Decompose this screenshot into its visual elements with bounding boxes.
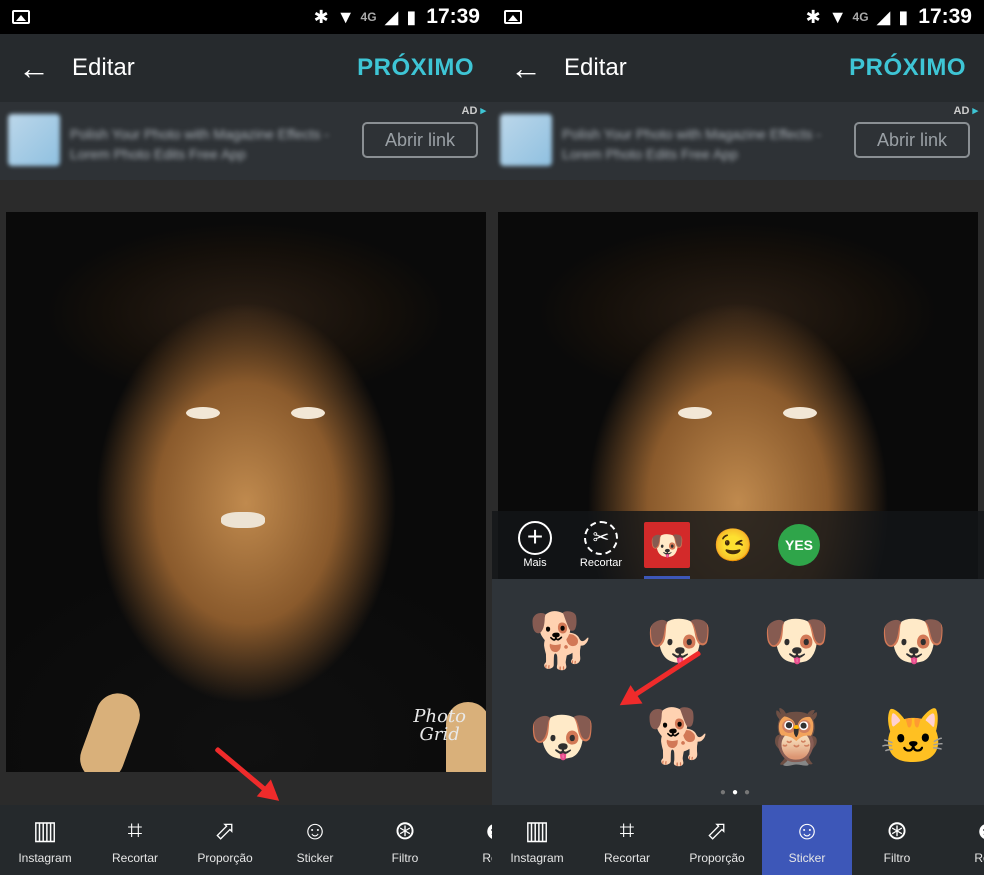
retouch-face-icon: ☻ [481, 815, 492, 847]
photo-hand-left [73, 687, 147, 772]
pug-tongue-sticker-icon[interactable]: 🐶 [855, 593, 972, 689]
tool-reto[interactable]: ☻Reto [450, 805, 492, 875]
tool-sticker[interactable]: ☺ Sticker [270, 805, 360, 875]
filter-icon: ⊛ [886, 815, 908, 845]
clock: 17:39 [426, 5, 480, 28]
instagram-frame-icon: ▥ [524, 815, 550, 845]
sticker-tab-emoji[interactable]: 😉 [700, 511, 766, 579]
photo-canvas[interactable]: Photo Grid [6, 212, 486, 772]
sticker-icon: ☺ [301, 815, 329, 845]
photo-eye-left [678, 407, 712, 419]
back-arrow-icon[interactable]: ← [510, 50, 550, 87]
tool-recortar[interactable]: ⌗ Recortar [90, 805, 180, 875]
aspect-ratio-icon: ⬀ [214, 815, 236, 845]
ad-tag: AD ▸ [953, 105, 978, 117]
sticker-category-tabs: + Mais ✂ Recortar 🐶 😉 YES [492, 511, 984, 579]
pager-dot: ● [744, 787, 757, 798]
boxer-dog-sticker-icon[interactable]: 🐶 [504, 689, 621, 785]
status-bar: ✱ ▼ 4G ◢ ▮ 17:39 [0, 0, 492, 34]
ad-banner[interactable]: Polish Your Photo with Magazine Effects … [0, 102, 492, 180]
tool-sticker[interactable]: ☺ Sticker [762, 805, 852, 875]
page-title: Editar [564, 54, 627, 81]
bluetooth-icon: ✱ [805, 7, 821, 27]
sticker-grid: 🐕 🐶 🐶 🐶 🐶 🐕 🦉 🐱 [504, 593, 972, 785]
phone-screen-left: ✱ ▼ 4G ◢ ▮ 17:39 ← Editar PRÓXIMO Polish… [0, 0, 492, 875]
filter-icon: ⊛ [394, 815, 416, 845]
tool-instagram[interactable]: ▥ Instagram [0, 805, 90, 875]
dog-pack-icon: 🐶 [644, 522, 690, 568]
ad-choices-icon: ▸ [480, 105, 486, 117]
tool-proporcao[interactable]: ⬀ Proporção [672, 805, 762, 875]
pager-dot: ● [719, 787, 732, 798]
app-bar: ← Editar PRÓXIMO [0, 34, 492, 102]
pug-face-sticker-icon[interactable]: 🐶 [738, 593, 855, 689]
sticker-icon: ☺ [793, 815, 821, 845]
photo-eye-right [291, 407, 325, 419]
open-link-button[interactable]: Abrir link [362, 122, 478, 158]
back-arrow-icon[interactable]: ← [18, 50, 58, 87]
clock: 17:39 [918, 5, 972, 28]
sticker-tab-cutout[interactable]: ✂ Recortar [568, 511, 634, 579]
crop-icon: ⌗ [619, 815, 635, 845]
phone-screen-right: ✱ ▼ 4G ◢ ▮ 17:39 ← Editar PRÓXIMO Polish… [492, 0, 984, 875]
tool-proporcao[interactable]: ⬀ Proporção [180, 805, 270, 875]
ad-text: Polish Your Photo with Magazine Effects … [562, 126, 821, 162]
wifi-icon: ▼ [828, 7, 847, 27]
ad-text: Polish Your Photo with Magazine Effects … [70, 126, 329, 162]
ad-banner[interactable]: Polish Your Photo with Magazine Effects … [492, 102, 984, 180]
tool-recortar[interactable]: ⌗ Recortar [582, 805, 672, 875]
tool-filtro[interactable]: ⊛ Filtro [360, 805, 450, 875]
pager-dots: ●●● [492, 787, 984, 798]
ad-thumbnail [500, 114, 552, 166]
battery-icon: ▮ [406, 7, 417, 27]
photo-eye-right [783, 407, 817, 419]
sticker-tab-yes[interactable]: YES [766, 511, 832, 579]
next-button[interactable]: PRÓXIMO [849, 54, 966, 82]
tool-instagram[interactable]: ▥ Instagram [492, 805, 582, 875]
pager-dot-active: ● [731, 787, 745, 798]
sticker-tab-dogs[interactable]: 🐶 [634, 511, 700, 579]
network-type: 4G [360, 10, 377, 24]
golden-puppy-sticker-icon[interactable]: 🐕 [504, 593, 621, 689]
tool-bar: ▥ Instagram ⌗ Recortar ⬀ Proporção ☺ Sticker… [0, 805, 492, 875]
owl-sticker-icon[interactable]: 🦉 [738, 689, 855, 785]
wifi-icon: ▼ [336, 7, 355, 27]
tool-reto[interactable]: ☻Reto [942, 805, 984, 875]
signal-icon: ◢ [876, 7, 891, 27]
tool-filtro[interactable]: ⊛ Filtro [852, 805, 942, 875]
instagram-frame-icon: ▥ [32, 815, 58, 845]
add-circle-icon: + [518, 521, 552, 555]
yes-badge-icon: YES [778, 524, 820, 566]
tool-bar: ▥ Instagram ⌗ Recortar ⬀ Proporção ☺ Sticker… [492, 805, 984, 875]
ad-choices-icon: ▸ [972, 105, 978, 117]
crop-icon: ⌗ [127, 815, 143, 845]
boxer-puppy-sticker-icon[interactable]: 🐶 [621, 593, 738, 689]
page-title: Editar [72, 54, 135, 81]
gallery-notification-icon [12, 10, 30, 24]
network-type: 4G [852, 10, 869, 24]
open-link-button[interactable]: Abrir link [854, 122, 970, 158]
ad-tag: AD ▸ [461, 105, 486, 117]
app-bar: ← Editar PRÓXIMO [492, 34, 984, 102]
emoji-pack-icon: 😉 [713, 527, 753, 563]
calico-cat-sticker-icon[interactable]: 🐱 [855, 689, 972, 785]
scissors-icon: ✂ [584, 521, 618, 555]
gallery-notification-icon [504, 10, 522, 24]
sticker-tab-more[interactable]: + Mais [502, 511, 568, 579]
signal-icon: ◢ [384, 7, 399, 27]
sticker-panel: 🐕 🐶 🐶 🐶 🐶 🐕 🦉 🐱 ●●● [492, 579, 984, 805]
next-button[interactable]: PRÓXIMO [357, 54, 474, 82]
status-bar: ✱ ▼ 4G ◢ ▮ 17:39 [492, 0, 984, 34]
battery-icon: ▮ [898, 7, 909, 27]
retouch-face-icon: ☻ [973, 815, 984, 847]
photogrid-watermark: Photo Grid [413, 706, 466, 745]
photo-eye-left [186, 407, 220, 419]
photo-mouth [221, 512, 265, 528]
aspect-ratio-icon: ⬀ [706, 815, 728, 845]
bluetooth-icon: ✱ [313, 7, 329, 27]
ad-thumbnail [8, 114, 60, 166]
